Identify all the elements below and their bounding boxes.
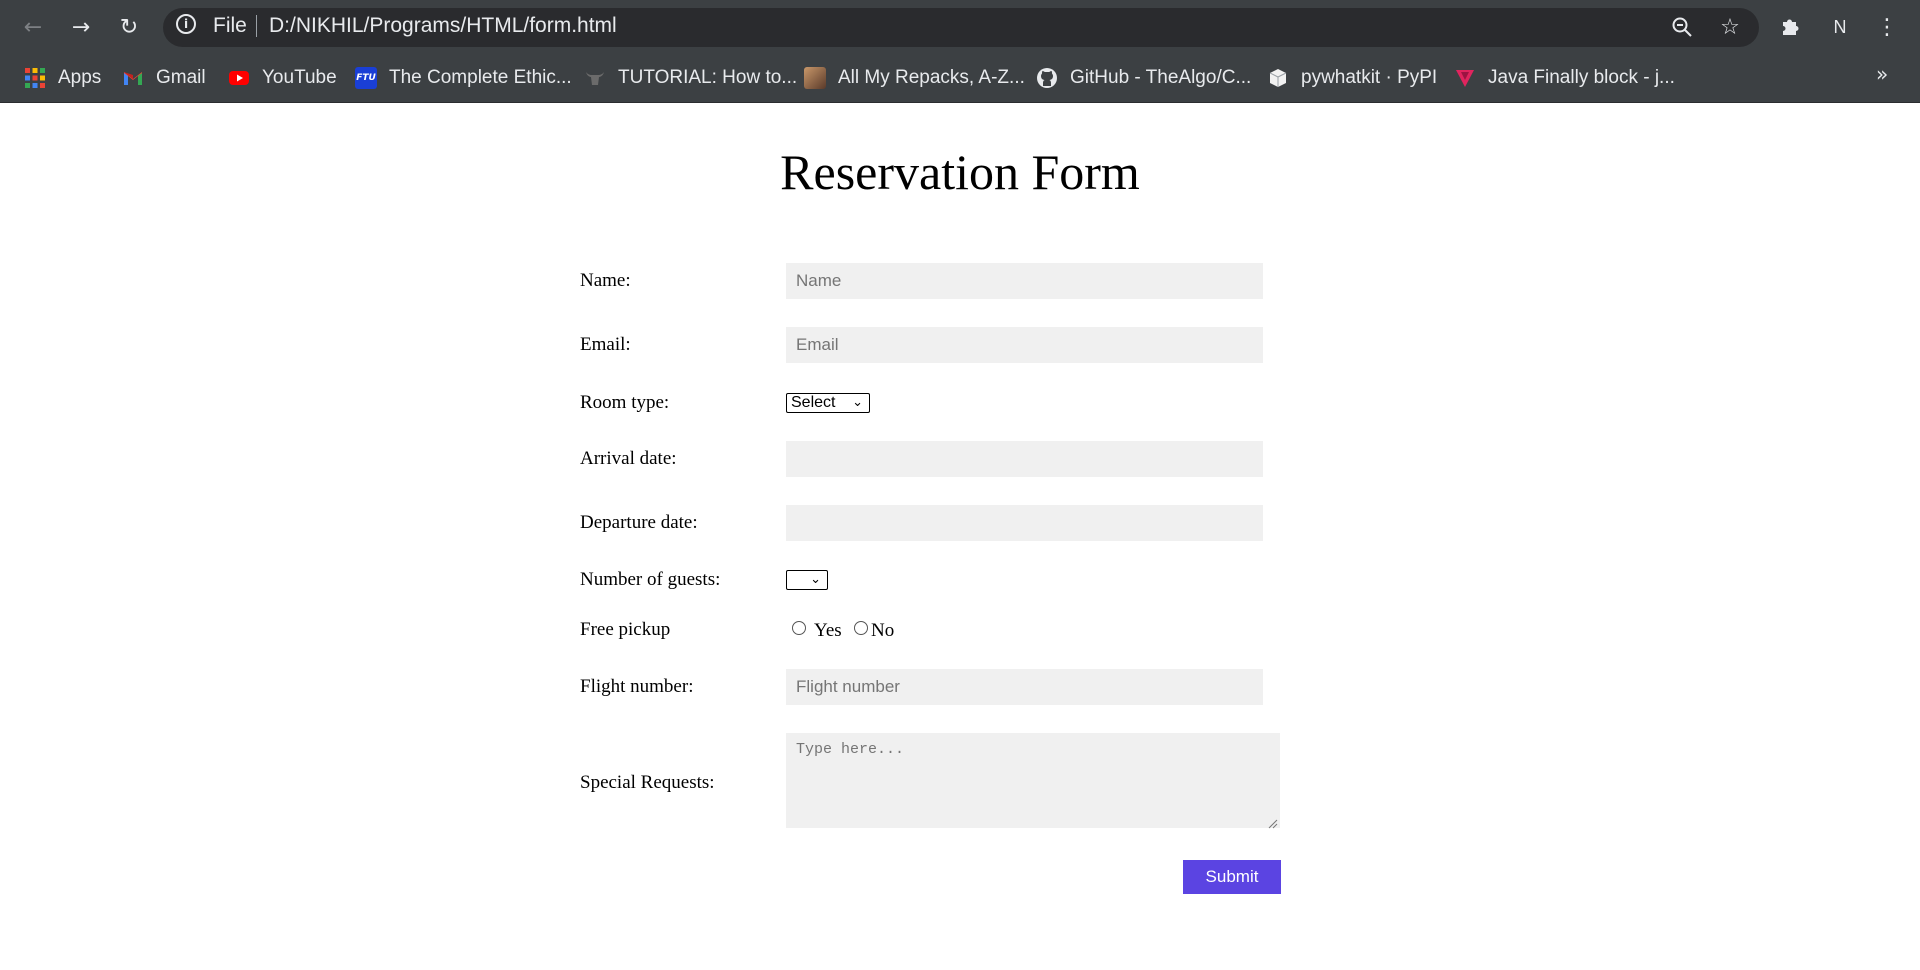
info-icon[interactable]: i [176, 14, 196, 34]
submit-button[interactable]: Submit [1183, 860, 1281, 894]
extensions-puzzle-icon[interactable] [1776, 12, 1806, 42]
bookmark-gmail[interactable]: Gmail [122, 64, 206, 92]
special-requests-textarea[interactable]: Type here... [786, 733, 1280, 828]
room-type-label: Room type: [580, 392, 670, 413]
name-input[interactable]: Name [786, 263, 1263, 299]
arrival-date-label: Arrival date: [580, 448, 677, 469]
bull-icon [584, 67, 606, 89]
url-separator [256, 15, 257, 37]
free-pickup-label: Free pickup [580, 619, 671, 640]
bookmark-label: GitHub - TheAlgo/C... [1070, 67, 1252, 88]
menu-kebab-icon[interactable]: ⋮ [1872, 12, 1902, 42]
page-title: Reservation Form [780, 144, 1140, 200]
browser-chrome: ← → ↻ i File D:/NIKHIL/Programs/HTML/for… [0, 0, 1920, 103]
apps-grid-icon [24, 67, 46, 89]
flight-number-label: Flight number: [580, 676, 694, 697]
email-input[interactable]: Email [786, 327, 1263, 363]
flight-number-input[interactable]: Flight number [786, 669, 1263, 705]
bookmark-star-icon[interactable]: ☆ [1715, 12, 1745, 42]
zoom-icon[interactable] [1667, 12, 1697, 42]
javatpoint-icon [1454, 67, 1476, 89]
bookmark-tutorial[interactable]: TUTORIAL: How to... [584, 64, 797, 92]
reload-icon[interactable]: ↻ [114, 12, 144, 42]
url-text[interactable]: D:/NIKHIL/Programs/HTML/form.html [269, 14, 617, 38]
pickup-yes-label: Yes [814, 620, 842, 641]
bookmark-apps[interactable]: Apps [24, 64, 101, 92]
pickup-yes-radio[interactable] [792, 621, 806, 635]
bookmark-label: YouTube [262, 67, 337, 88]
guests-select[interactable]: ⌄ [786, 570, 828, 590]
more-bookmarks-icon[interactable]: » [1876, 62, 1888, 86]
bookmark-pywhatkit[interactable]: pywhatkit · PyPI [1267, 64, 1437, 92]
departure-date-label: Departure date: [580, 512, 698, 533]
email-label: Email: [580, 334, 631, 355]
bookmark-label: Apps [58, 67, 102, 88]
bookmark-label: pywhatkit · PyPI [1301, 67, 1438, 88]
bookmark-complete-ethical[interactable]: FTU The Complete Ethic... [355, 64, 572, 92]
github-icon [1036, 67, 1058, 89]
url-scheme-label: File [213, 14, 247, 37]
guests-label: Number of guests: [580, 569, 721, 590]
ftu-icon: FTU [355, 67, 377, 89]
arrival-date-input[interactable] [786, 441, 1263, 477]
browser-toolbar: ← → ↻ i File D:/NIKHIL/Programs/HTML/for… [0, 0, 1920, 54]
youtube-icon [228, 67, 250, 89]
chevron-down-icon: ⌄ [852, 395, 863, 410]
pickup-no-label: No [871, 620, 895, 641]
bookmark-label: The Complete Ethic... [389, 67, 572, 88]
back-arrow-icon[interactable]: ← [18, 12, 48, 42]
bookmark-label: Gmail [156, 67, 206, 88]
room-type-select[interactable]: Select ⌄ [786, 393, 870, 413]
pypi-cube-icon [1267, 67, 1289, 89]
bookmark-github[interactable]: GitHub - TheAlgo/C... [1036, 64, 1251, 92]
resize-handle-icon[interactable] [1268, 816, 1278, 829]
departure-date-input[interactable] [786, 505, 1263, 541]
bookmark-label: Java Finally block - j... [1488, 67, 1675, 88]
gmail-icon [122, 67, 144, 89]
avatar-photo-icon [804, 67, 826, 89]
bookmark-label: All My Repacks, A-Z... [838, 67, 1025, 88]
bookmark-label: TUTORIAL: How to... [618, 67, 798, 88]
pickup-no-radio[interactable] [854, 621, 868, 635]
bookmark-java-finally[interactable]: Java Finally block - j... [1454, 64, 1675, 92]
bookmark-youtube[interactable]: YouTube [228, 64, 337, 92]
chevron-down-icon: ⌄ [810, 572, 821, 587]
special-requests-label: Special Requests: [580, 772, 715, 793]
bookmark-repacks[interactable]: All My Repacks, A-Z... [804, 64, 1025, 92]
forward-arrow-icon[interactable]: → [66, 12, 96, 42]
room-type-value: Select [791, 394, 836, 411]
profile-avatar[interactable]: N [1826, 13, 1854, 41]
name-label: Name: [580, 270, 631, 291]
